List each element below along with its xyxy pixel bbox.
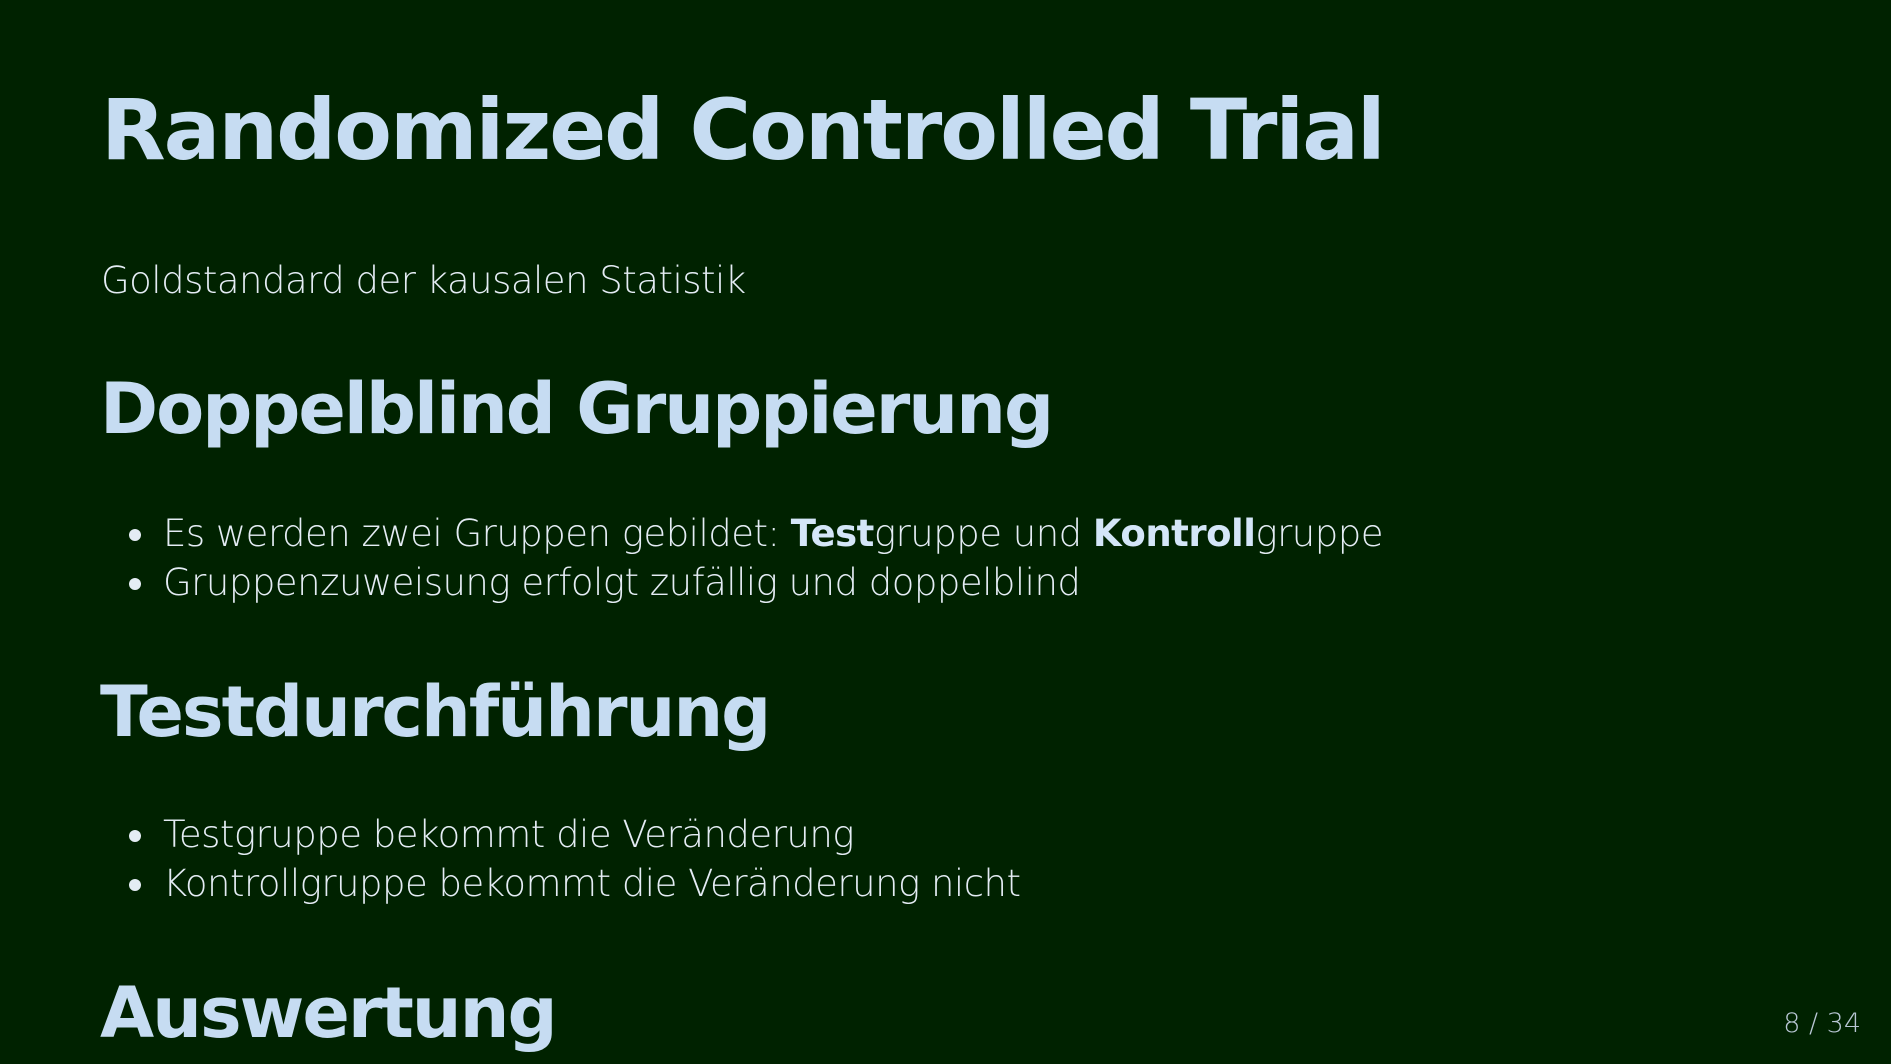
slide-subtitle: Goldstandard der kausalen Statistik — [101, 259, 746, 302]
section-heading-auswertung: Auswertung — [100, 972, 558, 1054]
bullet-icon — [129, 529, 141, 541]
bullet-text: gruppe — [1255, 512, 1383, 555]
bold-term-test: Test — [790, 512, 875, 555]
list-item: Testgruppe bekommt die Veränderung — [127, 810, 1021, 859]
bullet-icon — [129, 830, 141, 842]
bullet-text: gruppe und — [873, 512, 1093, 555]
list-item: Es werden zwei Gruppen gebildet: Testgru… — [127, 509, 1383, 558]
bullet-icon — [129, 578, 141, 590]
page-number: 8 / 34 — [1783, 1008, 1861, 1039]
section-heading-doppelblind: Doppelblind Gruppierung — [100, 368, 1054, 450]
slide-title: Randomized Controlled Trial — [101, 81, 1386, 179]
bold-term-kontroll: Kontroll — [1092, 512, 1256, 555]
bullet-text: Testgruppe bekommt die Veränderung — [163, 813, 854, 856]
bullet-text: Gruppenzuweisung erfolgt zufällig und do… — [163, 561, 1081, 604]
list-item: Kontrollgruppe bekommt die Veränderung n… — [127, 859, 1021, 908]
bullet-icon — [129, 879, 141, 891]
section-heading-testdurchfuehrung: Testdurchführung — [100, 671, 771, 753]
bullet-list-testdurchfuehrung: Testgruppe bekommt die Veränderung Kontr… — [127, 810, 1021, 908]
bullet-list-doppelblind: Es werden zwei Gruppen gebildet: Testgru… — [127, 509, 1383, 607]
bullet-text: Es werden zwei Gruppen gebildet: — [163, 512, 791, 555]
bullet-text: Kontrollgruppe bekommt die Veränderung n… — [163, 862, 1021, 905]
list-item: Gruppenzuweisung erfolgt zufällig und do… — [127, 558, 1383, 607]
slide: Randomized Controlled Trial Goldstandard… — [0, 0, 1891, 1064]
